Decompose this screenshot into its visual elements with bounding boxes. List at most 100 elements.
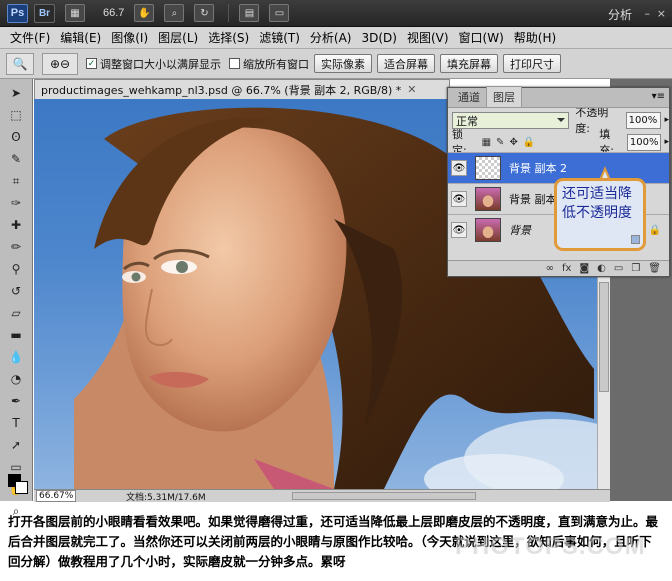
zoom-all-checkbox[interactable] [229,58,240,69]
menu-file[interactable]: 文件(F) [10,29,50,46]
zoom-tool-preset-icon[interactable]: 🔍 [6,52,34,75]
workspace-switcher[interactable]: 分析 [608,6,632,23]
close-document-icon[interactable]: ✕ [407,83,416,96]
callout-text: 还可适当降低不透明度 [562,186,632,221]
menu-view[interactable]: 视图(V) [407,29,449,46]
new-layer-icon[interactable]: ❐ [631,263,640,274]
resize-windows-label: 调整窗口大小以满屏显示 [100,57,221,71]
quick-select-tool-icon[interactable]: ✎ [5,149,27,169]
lock-position-icon[interactable]: ✥ [509,137,517,148]
menu-select[interactable]: 选择(S) [208,29,249,46]
layer-name: 背景 副本 [509,193,557,206]
callout-handle-icon [631,235,640,244]
fill-slider-arrow-icon[interactable]: ▸ [664,137,669,147]
print-size-button[interactable]: 打印尺寸 [503,54,561,73]
menu-bar: 文件(F) 编辑(E) 图像(I) 图层(L) 选择(S) 滤镜(T) 分析(A… [0,27,672,49]
dodge-tool-icon[interactable]: ◔ [5,369,27,389]
status-zoom-field[interactable]: 66.67% [36,490,76,502]
blur-tool-icon[interactable]: 💧 [5,347,27,367]
new-group-icon[interactable]: ▭ [614,263,623,274]
opacity-field[interactable]: 100% [625,111,662,129]
divider [228,4,230,22]
tab-layers[interactable]: 图层 [486,86,522,107]
fill-field[interactable]: 100% [626,133,662,151]
layer-style-icon[interactable]: fx [562,263,571,274]
lock-pixels-icon[interactable]: ✎ [496,137,504,148]
layer-thumbnail [475,187,501,211]
toolbox: ➤ ⬚ ʘ ✎ ⌗ ✑ ✚ ✏ ⚲ ↺ ▱ ▬ 💧 ◔ ✒ T ➚ ▭ ✋ ⌕ [0,79,33,518]
zoom-icon[interactable]: ⌕ [164,4,185,22]
vertical-scroll-thumb[interactable] [599,282,609,392]
brush-tool-icon[interactable]: ✏ [5,237,27,257]
eraser-tool-icon[interactable]: ▱ [5,303,27,323]
menu-window[interactable]: 窗口(W) [459,29,504,46]
lock-all-icon[interactable]: 🔒 [523,137,535,148]
layer-name: 背景 [509,224,531,237]
layers-footer: ∞ fx ◙ ◐ ▭ ❐ 🗑 [448,260,669,276]
blend-mode-select[interactable]: 正常 [452,111,570,129]
filmstrip-icon[interactable]: ▦ [65,4,85,22]
eye-icon[interactable]: 👁 [451,222,467,238]
close-button[interactable]: × [657,7,666,20]
healing-brush-tool-icon[interactable]: ✚ [5,215,27,235]
lasso-tool-icon[interactable]: ʘ [5,127,27,147]
menu-layer[interactable]: 图层(L) [158,29,198,46]
document-tab[interactable]: productimages_wehkamp_nl3.psd @ 66.7% (背… [34,79,450,99]
link-layers-icon[interactable]: ∞ [546,263,554,274]
minimize-button[interactable]: – [645,7,651,20]
lock-transparent-icon[interactable]: ▦ [482,137,491,148]
adjustment-layer-icon[interactable]: ◐ [597,263,606,274]
panel-tabs: 通道 图层 ▾≡ [448,86,669,108]
photoshop-logo: Ps [7,3,28,23]
opacity-slider-arrow-icon[interactable]: ▸ [664,115,669,125]
layer-name: 背景 副本 2 [509,162,567,175]
document-size-info[interactable]: 文档:5.31M/17.6M [126,490,206,503]
fit-screen-button[interactable]: 适合屏幕 [377,54,435,73]
menu-edit[interactable]: 编辑(E) [60,29,101,46]
background-color-swatch[interactable] [15,481,28,494]
crop-tool-icon[interactable]: ⌗ [5,171,27,191]
watermark: PHOTOPS.COM [455,533,646,560]
menu-image[interactable]: 图像(I) [111,29,148,46]
menu-help[interactable]: 帮助(H) [514,29,556,46]
eye-icon[interactable]: 👁 [451,191,467,207]
clone-stamp-tool-icon[interactable]: ⚲ [5,259,27,279]
panel-menu-icon[interactable]: ▾≡ [652,91,665,102]
zoom-level[interactable]: 66.7 [103,7,124,19]
history-brush-tool-icon[interactable]: ↺ [5,281,27,301]
move-tool-icon[interactable]: ➤ [5,83,27,103]
hand-icon[interactable]: ✋ [134,4,155,22]
marquee-tool-icon[interactable]: ⬚ [5,105,27,125]
tab-channels[interactable]: 通道 [452,87,486,107]
rotate-icon[interactable]: ↻ [194,4,215,22]
layer-mask-icon[interactable]: ◙ [579,263,589,274]
type-tool-icon[interactable]: T [5,413,27,433]
zoom-in-out-icon[interactable]: ⊕⊖ [42,52,78,75]
fill-screen-button[interactable]: 填充屏幕 [440,54,498,73]
actual-pixels-button[interactable]: 实际像素 [314,54,372,73]
delete-layer-icon[interactable]: 🗑 [648,263,661,274]
options-bar: 🔍 ⊕⊖ ✓ 调整窗口大小以满屏显示 缩放所有窗口 实际像素 适合屏幕 填充屏幕… [0,49,672,79]
pen-tool-icon[interactable]: ✒ [5,391,27,411]
menu-filter[interactable]: 滤镜(T) [259,29,300,46]
gradient-tool-icon[interactable]: ▬ [5,325,27,345]
document-title: productimages_wehkamp_nl3.psd @ 66.7% (背… [41,83,402,97]
callout-note: 还可适当降低不透明度 [554,178,646,251]
lock-row: 锁定: ▦ ✎ ✥ 🔒 填充: 100% ▸ [448,128,669,157]
layer-lock-icon: 🔒 [648,224,661,236]
menu-analysis[interactable]: 分析(A) [310,29,352,46]
eye-icon[interactable]: 👁 [451,160,467,176]
zoom-all-label: 缩放所有窗口 [243,57,309,71]
bridge-button[interactable]: Br [34,3,55,23]
resize-windows-checkbox[interactable]: ✓ [86,58,97,69]
photoshop-window: { "appbar": { "ps_logo": "Ps", "br_logo"… [0,0,672,581]
horizontal-scroll-thumb[interactable] [292,492,476,500]
eyedropper-tool-icon[interactable]: ✑ [5,193,27,213]
status-bar: 66.67% 文档:5.31M/17.6M [34,489,610,503]
arrange-icon[interactable]: ▤ [239,4,260,22]
screen-mode-icon[interactable]: ▭ [269,4,290,22]
menu-3d[interactable]: 3D(D) [361,31,396,45]
blend-row: 正常 不透明度: 100% ▸ [448,106,669,135]
path-select-tool-icon[interactable]: ➚ [5,435,27,455]
layer-thumbnail [475,218,501,242]
